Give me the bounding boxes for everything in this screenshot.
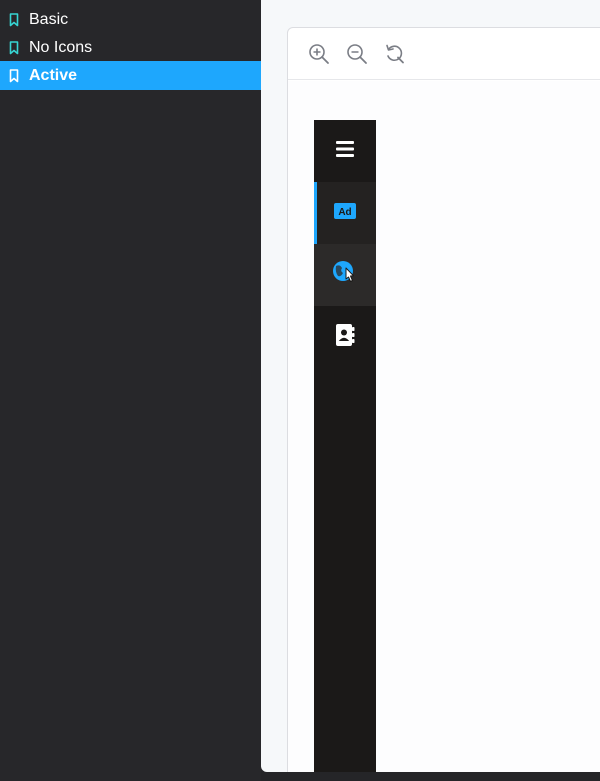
menu-button[interactable] bbox=[314, 120, 376, 182]
bookmark-icon bbox=[9, 12, 19, 27]
svg-text:Ad: Ad bbox=[338, 207, 351, 218]
contact-book-icon bbox=[335, 323, 355, 351]
nav-item-ads[interactable]: Ad bbox=[314, 182, 376, 244]
canvas-frame: Ad bbox=[287, 27, 600, 772]
active-indicator bbox=[314, 182, 317, 244]
zoom-out-icon[interactable] bbox=[345, 42, 369, 66]
bookmark-icon bbox=[9, 40, 19, 55]
zoom-in-icon[interactable] bbox=[307, 42, 331, 66]
nav-item-globe[interactable] bbox=[314, 244, 376, 306]
menu-icon bbox=[335, 140, 355, 163]
preview-toolbar bbox=[288, 28, 600, 80]
globe-icon bbox=[332, 260, 358, 291]
nav-rail: Ad bbox=[314, 120, 376, 772]
story-item-label: Active bbox=[29, 66, 78, 84]
story-item-no-icons[interactable]: No Icons bbox=[0, 33, 261, 62]
story-item-label: Basic bbox=[29, 10, 69, 28]
story-item-active[interactable]: Active bbox=[0, 61, 261, 90]
story-item-label: No Icons bbox=[29, 38, 93, 56]
story-sidebar: Basic No Icons Active bbox=[0, 0, 261, 781]
nav-item-contacts[interactable] bbox=[314, 306, 376, 368]
story-item-basic[interactable]: Basic bbox=[0, 5, 261, 34]
preview-area: Ad bbox=[261, 0, 600, 772]
bookmark-icon bbox=[9, 68, 19, 83]
story-canvas: Ad bbox=[288, 81, 600, 772]
reset-zoom-icon[interactable] bbox=[383, 42, 407, 66]
ad-icon: Ad bbox=[334, 202, 356, 224]
